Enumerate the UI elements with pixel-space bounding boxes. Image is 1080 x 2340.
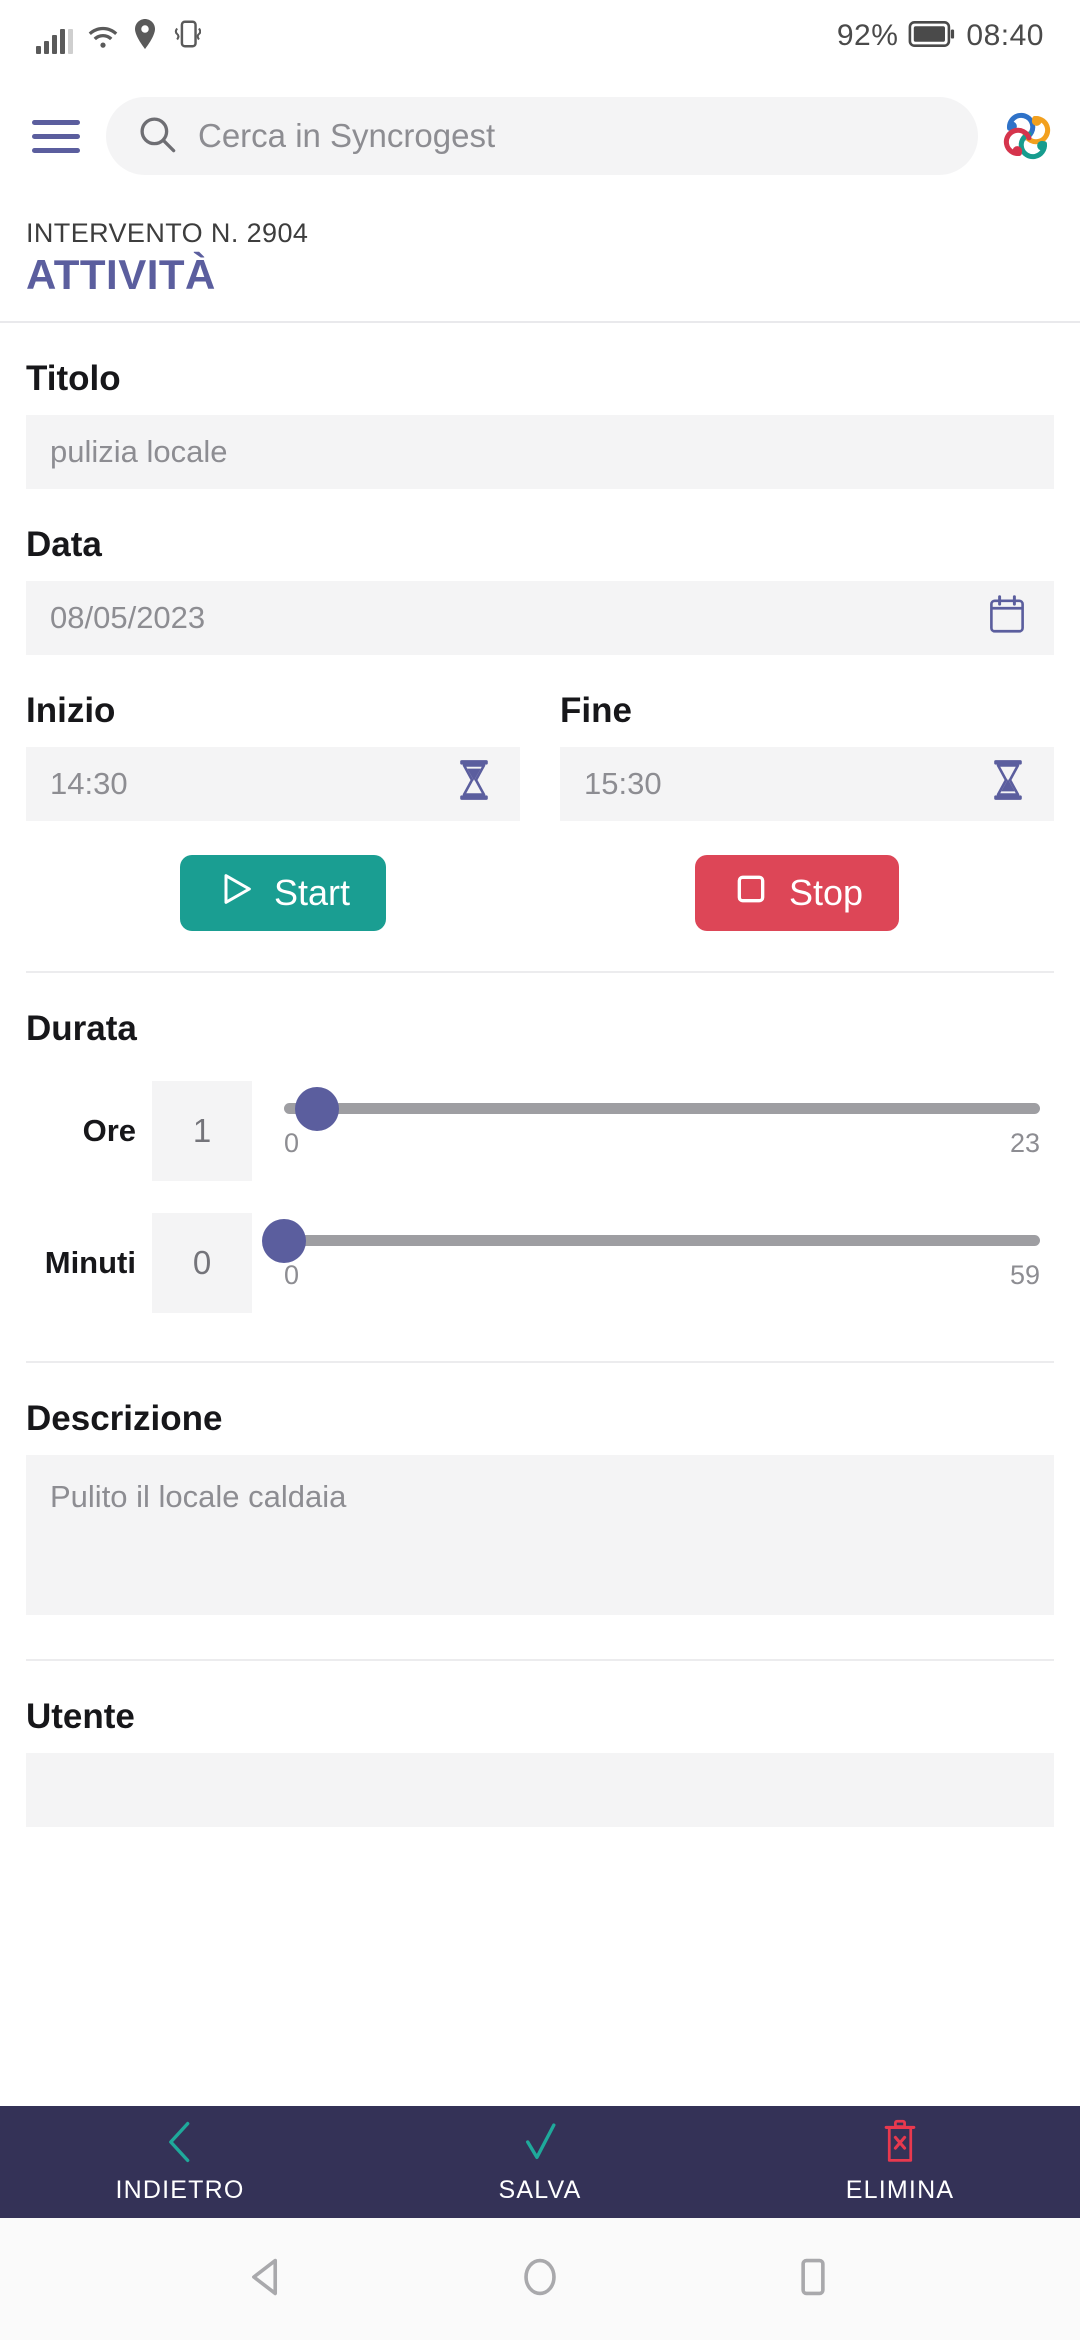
timer-buttons-row: Start Stop <box>26 855 1054 931</box>
ore-slider-thumb[interactable] <box>294 1086 339 1131</box>
indietro-label: INDIETRO <box>115 2176 245 2204</box>
ore-label: Ore <box>82 1113 136 1148</box>
elimina-label: ELIMINA <box>845 2176 955 2204</box>
trash-delete-icon <box>878 2119 922 2170</box>
hourglass-start-icon[interactable] <box>452 757 496 811</box>
section-divider-3 <box>26 1659 1054 1661</box>
ore-min-label: 0 <box>284 1128 300 1158</box>
utente-input[interactable] <box>26 1753 1054 1827</box>
titolo-value: pulizia locale <box>50 434 228 469</box>
minuti-slider-track[interactable] <box>262 1218 1040 1263</box>
stop-square-icon <box>731 869 771 918</box>
syncrogest-logo-icon[interactable] <box>996 105 1058 167</box>
minuti-label: Minuti <box>44 1245 136 1280</box>
fine-input[interactable]: 15:30 <box>560 747 1054 821</box>
section-divider-2 <box>26 1361 1054 1363</box>
vibrate-icon <box>171 19 202 54</box>
wifi-icon <box>87 23 119 54</box>
search-icon <box>136 113 178 160</box>
bottom-action-bar: INDIETRO SALVA ELIMINA <box>0 2106 1080 2218</box>
minuti-min-label: 0 <box>284 1260 300 1290</box>
app-bar: Cerca in Syncrogest <box>0 72 1080 200</box>
stop-button[interactable]: Stop <box>694 855 900 931</box>
page-title: ATTIVITÀ <box>26 251 216 298</box>
section-divider-1 <box>26 971 1054 973</box>
nav-recents-square-icon[interactable] <box>790 2254 836 2305</box>
ore-max-label: 23 <box>1009 1128 1040 1158</box>
search-input[interactable]: Cerca in Syncrogest <box>106 97 978 175</box>
data-value: 08/05/2023 <box>50 600 206 635</box>
cellular-signal-icon <box>36 28 73 54</box>
durata-label: Durata <box>26 1009 137 1048</box>
minuti-value[interactable]: 0 <box>152 1213 252 1313</box>
ore-slider[interactable]: 0 23 <box>284 1086 1054 1159</box>
start-button-label: Start <box>273 872 351 913</box>
descrizione-label: Descrizione <box>26 1399 223 1438</box>
data-input[interactable]: 08/05/2023 <box>26 581 1054 655</box>
descrizione-input[interactable]: Pulito il locale caldaia <box>26 1455 1054 1615</box>
fine-label: Fine <box>560 691 632 730</box>
minuti-slider[interactable]: 0 59 <box>262 1218 1054 1291</box>
nav-home-circle-icon[interactable] <box>517 2254 563 2305</box>
utente-label: Utente <box>26 1697 135 1736</box>
hamburger-menu-icon[interactable] <box>24 119 88 153</box>
hourglass-end-icon[interactable] <box>986 757 1030 811</box>
play-icon <box>216 869 256 918</box>
salva-button[interactable]: SALVA <box>360 2119 720 2205</box>
data-label: Data <box>26 525 102 564</box>
chevron-left-icon <box>158 2119 202 2170</box>
descrizione-value: Pulito il locale caldaia <box>50 1479 347 1514</box>
fine-value: 15:30 <box>584 766 662 801</box>
battery-percent-label: 92% <box>836 19 899 52</box>
phone-screen: 92% 08:40 Cerca in Syncrogest INTERVENTO… <box>0 0 1080 2340</box>
ore-slider-row: Ore 1 0 23 <box>26 1081 1054 1181</box>
stop-button-label: Stop <box>788 872 864 913</box>
indietro-button[interactable]: INDIETRO <box>0 2119 360 2205</box>
titolo-label: Titolo <box>26 359 121 398</box>
android-nav-bar <box>0 2218 1080 2340</box>
inizio-label: Inizio <box>26 691 116 730</box>
start-button[interactable]: Start <box>179 855 387 931</box>
page-header: INTERVENTO N. 2904 ATTIVITÀ <box>0 200 1080 323</box>
salva-label: SALVA <box>498 2176 582 2204</box>
calendar-icon[interactable] <box>984 591 1030 645</box>
location-pin-icon <box>133 18 157 54</box>
elimina-button[interactable]: ELIMINA <box>720 2119 1080 2205</box>
minuti-slider-row: Minuti 0 0 59 <box>26 1213 1054 1313</box>
inizio-input[interactable]: 14:30 <box>26 747 520 821</box>
inizio-value: 14:30 <box>50 766 128 801</box>
fine-group: Fine 15:30 <box>560 655 1054 821</box>
minuti-max-label: 59 <box>1009 1260 1040 1290</box>
check-icon <box>518 2119 562 2170</box>
breadcrumb-intervento: INTERVENTO N. 2904 <box>26 218 309 248</box>
search-placeholder: Cerca in Syncrogest <box>198 117 496 154</box>
form-body: Titolo pulizia locale Data 08/05/2023 In… <box>0 359 1080 1827</box>
ore-value[interactable]: 1 <box>152 1081 252 1181</box>
time-row: Inizio 14:30 Fine 15:30 <box>26 655 1054 821</box>
titolo-input[interactable]: pulizia locale <box>26 415 1054 489</box>
ore-slider-track[interactable] <box>284 1086 1040 1131</box>
status-bar-clock: 08:40 <box>966 19 1044 52</box>
battery-icon <box>908 20 956 52</box>
inizio-group: Inizio 14:30 <box>26 655 520 821</box>
nav-back-triangle-icon[interactable] <box>244 2254 290 2305</box>
minuti-slider-thumb[interactable] <box>262 1218 306 1263</box>
status-bar: 92% 08:40 <box>0 0 1080 72</box>
